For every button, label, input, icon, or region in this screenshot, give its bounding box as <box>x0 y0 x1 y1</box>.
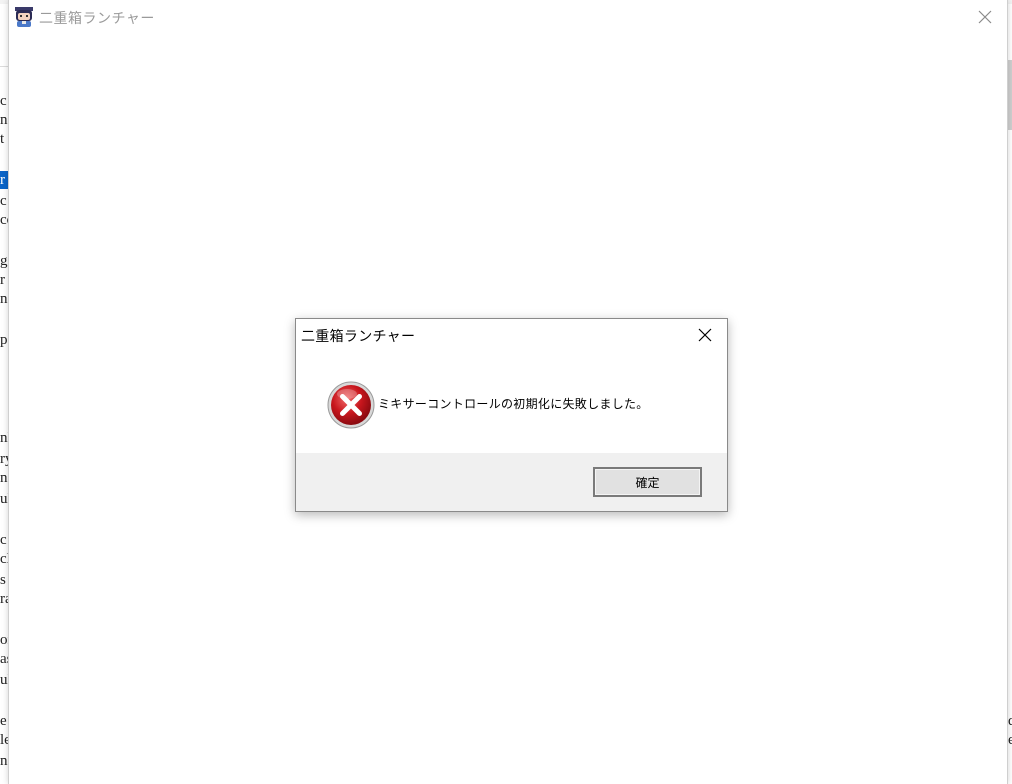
dialog-close-button[interactable] <box>683 319 727 351</box>
launcher-title: 二重箱ランチャー <box>39 11 155 27</box>
background-text-fragment-right: d <box>1008 713 1012 729</box>
error-dialog: 二重箱ランチャー ミキサーコントロールの初期化に失敗しました。 確定 <box>295 318 728 512</box>
background-divider <box>0 66 8 67</box>
app-character-icon <box>13 6 35 28</box>
dialog-body: ミキサーコントロールの初期化に失敗しました。 <box>296 351 727 453</box>
background-text-fragment-right: e <box>1008 732 1012 748</box>
error-icon <box>326 380 376 430</box>
dialog-message: ミキサーコントロールの初期化に失敗しました。 <box>378 397 649 411</box>
background-scrollbar <box>1008 60 1012 130</box>
ok-button[interactable]: 確定 <box>593 467 702 497</box>
launcher-titlebar[interactable]: 二重箱ランチャー <box>9 0 1007 34</box>
dialog-footer: 確定 <box>296 453 727 511</box>
launcher-close-button[interactable] <box>963 0 1007 34</box>
dialog-title: 二重箱ランチャー <box>301 329 416 345</box>
dialog-titlebar[interactable]: 二重箱ランチャー <box>296 319 727 351</box>
close-icon <box>978 10 992 24</box>
close-icon <box>698 328 712 342</box>
